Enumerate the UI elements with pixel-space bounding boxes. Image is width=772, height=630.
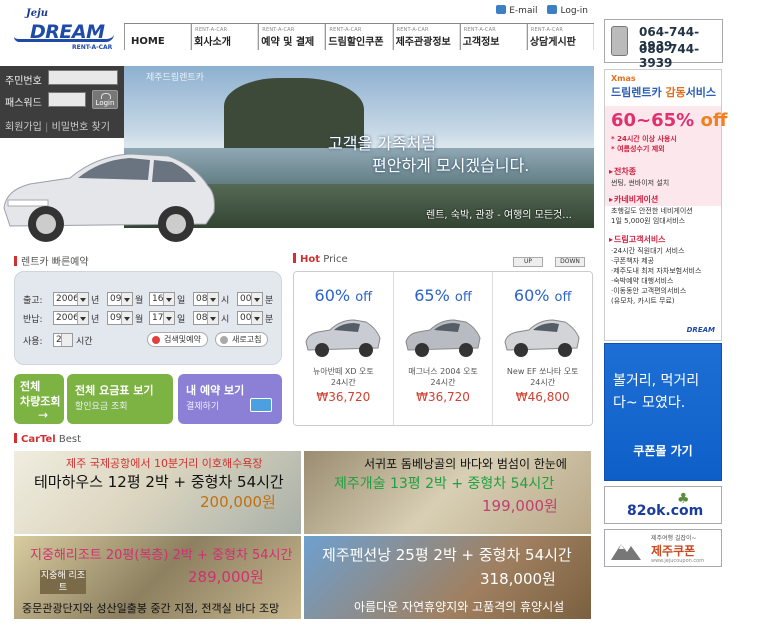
card-icon [250,398,272,412]
mountain-icon [611,544,641,560]
nav-reservation[interactable]: RENT-A-CAR 예약 및 결제 [258,24,326,50]
use-label: 사용: [23,337,43,347]
out-day-select[interactable]: 16 [149,292,175,306]
pw-label: 패스워드 [5,98,42,109]
in-label: 반납: [23,315,43,325]
in-day-select[interactable]: 17 [149,311,175,325]
resort-sign: 지중해 리조트 [40,570,86,594]
deal-banner-theme-house[interactable]: 제주 국제공항에서 10분거리 이호해수욕장 테마하우스 12평 2박 + 중형… [14,451,301,534]
logo-swoosh [14,34,114,42]
nav-coupon[interactable]: RENT-A-CAR 드림할인쿠폰 [325,24,393,50]
in-hour-select[interactable]: 08 [193,311,219,325]
logo-rentacar-text: RENT-A-CAR [72,44,113,51]
use-hours-field[interactable]: 24 [53,333,73,347]
logo-jeju-text: Jeju [26,8,48,19]
coupon-mall-link[interactable]: 쿠폰몰 가기 [605,442,721,459]
out-label: 출고: [23,296,43,306]
deal-banner-mediterranean-resort[interactable]: 지중해리조트 20평(복층) 2박 + 중형차 54시간 289,000원 지중… [14,536,301,619]
reset-button[interactable]: 새로고침 [215,332,269,347]
car-image [405,319,481,357]
search-icon [152,336,160,344]
login-links: 회원가입 | 비밀번호 찾기 [5,122,110,133]
utility-links: E-mail Log-in [496,5,588,16]
deal-banner-jeju-pension[interactable]: 제주펜션낭 25평 2박 + 중형차 54시간 318,000원 아름다운 자연… [304,536,591,619]
my-reservation-button[interactable]: 내 예약 보기 결제하기 [178,374,282,424]
hot-price-title: Hot Price [293,253,348,265]
in-min-select[interactable]: 00 [237,311,263,325]
nav-customer[interactable]: RENT-A-CAR 고객정보 [459,24,527,50]
hero-car-image [3,153,215,242]
login-icon [547,5,558,14]
deal-banner-jeju-gaesul[interactable]: 서귀포 돔베낭골의 바다와 범섬이 한눈에 제주개술 13평 2박 + 중형차 … [304,451,591,534]
id-label: 주민번호 [5,76,42,87]
find-password-link[interactable]: 비밀번호 찾기 [52,122,110,133]
nav-home[interactable]: HOME [124,24,192,50]
phone-number-2: 080-744-3939 [639,42,700,70]
coupon-mall-banner[interactable]: 볼거리, 먹거리 다~ 모였다. 쿠폰몰 가기 [604,343,722,481]
all-cars-button[interactable]: 전체 차량조회 → [14,374,64,424]
hero-slogan-1: 고객을 가족처럼 [328,134,437,153]
hero-slogan-2: 편안하게 모시겠습니다. [372,156,530,175]
scroll-up-button[interactable]: UP [513,257,543,267]
hero-slogan-3: 렌트, 숙박, 관광 - 여행의 모든것... [426,210,572,221]
login-link[interactable]: Log-in [547,5,588,16]
login-button[interactable]: Login [92,90,118,109]
reservation-title: 렌트카 빠른예약 [14,253,89,268]
phone-box: 064-744-3939 080-744-3939 [604,19,723,70]
arrow-right-icon: → [38,408,49,422]
in-month-select[interactable]: 09 [107,311,133,325]
out-year-select[interactable]: 2006 [53,292,89,306]
search-reserve-button[interactable]: 검색및예약 [147,332,208,347]
scroll-down-button[interactable]: DOWN [555,257,585,267]
out-hour-select[interactable]: 08 [193,292,219,306]
main-nav: HOME RENT-A-CAR 회사소개 RENT-A-CAR 예약 및 결제 RE… [124,23,594,50]
id-input[interactable] [48,70,118,85]
nav-board[interactable]: RENT-A-CAR 상담게시판 [526,24,594,50]
hot-price-item[interactable]: 65% off 매그너스 2004 오토 24시간 ₩36,720 [393,272,494,425]
join-link[interactable]: 회원가입 [5,122,42,133]
car-image [504,319,580,357]
fare-table-button[interactable]: 전체 요금표 보기 할인요금 조회 [67,374,173,424]
hot-price-item[interactable]: 60% off 뉴아반떼 XD 오토 24시간 ₩36,720 [294,272,394,425]
email-icon [496,5,507,14]
hero-brand: 제주드림렌트카 [146,73,204,83]
hot-price-item[interactable]: 60% off New EF 쏘나타 오토 24시간 ₩46,800 [493,272,592,425]
hot-price-list: 60% off 뉴아반떼 XD 오토 24시간 ₩36,720 65% off 매… [293,271,593,426]
nav-company[interactable]: RENT-A-CAR 회사소개 [191,24,259,50]
service-ad[interactable]: Xmas 드림렌트카 감동서비스 60~65% off * 24시간 이상 사용… [604,69,727,341]
site-logo[interactable]: Jeju DREAM RENT-A-CAR [14,8,124,54]
82ok-banner[interactable]: ♣ 82ok.com [604,486,722,524]
cartel-best-title: CarTel Best [14,433,81,445]
out-min-select[interactable]: 00 [237,292,263,306]
phone-icon [611,26,628,56]
out-month-select[interactable]: 09 [107,292,133,306]
reservation-form: 출고: 2006 년 09 월 16 일 08 시 00 분 반납: 2006 … [14,271,282,365]
hot-price-scroll: UP DOWN [513,257,585,267]
car-image [305,319,381,357]
login-panel: 주민번호 패스워드 Login 회원가입 | 비밀번호 찾기 [0,66,124,138]
jeju-coupon-banner[interactable]: 제주여행 길잡이~ 제주쿠폰 www.jejucoupon.com [604,529,722,567]
refresh-icon [220,336,228,344]
nav-tour-info[interactable]: RENT-A-CAR 제주관광정보 [392,24,460,50]
password-input[interactable] [48,92,86,107]
email-link[interactable]: E-mail [496,5,537,16]
in-year-select[interactable]: 2006 [53,311,89,325]
